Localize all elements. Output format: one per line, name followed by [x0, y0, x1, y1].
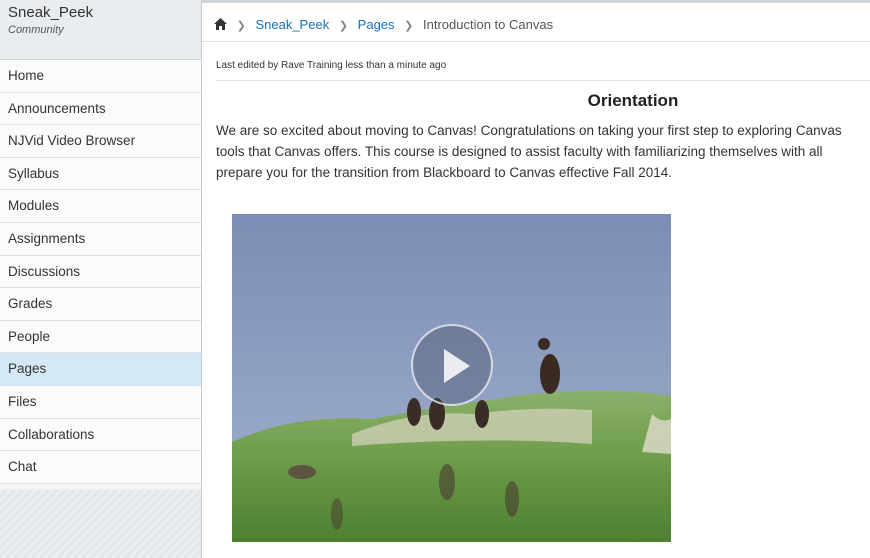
sidebar-item-njvid-video-browser[interactable]: NJVid Video Browser	[0, 125, 201, 158]
course-subtitle: Community	[8, 24, 64, 36]
sidebar-item-discussions[interactable]: Discussions	[0, 255, 201, 289]
play-icon[interactable]	[411, 324, 493, 406]
top-divider	[202, 0, 870, 3]
intro-paragraph: We are so excited about moving to Canvas…	[216, 120, 870, 183]
home-icon[interactable]	[214, 18, 227, 33]
sidebar-item-chat[interactable]: Chat	[0, 451, 201, 484]
course-nav: Home Announcements NJVid Video Browser Syll…	[0, 60, 201, 484]
chevron-right-icon: ❯	[404, 20, 414, 32]
sidebar-item-collaborations[interactable]: Collaborations	[0, 418, 201, 452]
chevron-right-icon: ❯	[338, 20, 349, 32]
sidebar-item-assignments[interactable]: Assignments	[0, 222, 201, 256]
course-name[interactable]: Sneak_Peek	[8, 4, 201, 22]
course-header[interactable]: Sneak_Peek Community	[0, 0, 201, 60]
page-title: Orientation	[587, 91, 679, 110]
sidebar-item-syllabus[interactable]: Syllabus	[0, 157, 201, 191]
sidebar-item-home[interactable]: Home	[0, 60, 201, 93]
sidebar-item-grades[interactable]: Grades	[0, 288, 201, 321]
sidebar-item-files[interactable]: Files	[0, 385, 201, 419]
breadcrumb-pages-link[interactable]: Pages	[358, 17, 395, 32]
chevron-right-icon: ❯	[236, 20, 246, 32]
sidebar-item-people[interactable]: People	[0, 320, 201, 354]
sidebar-item-modules[interactable]: Modules	[0, 190, 201, 223]
sidebar-item-pages[interactable]: Pages	[0, 353, 201, 386]
page-content: Last edited by Rave Training less than a…	[216, 42, 870, 542]
video-player[interactable]	[232, 214, 671, 542]
sidebar-item-announcements[interactable]: Announcements	[0, 92, 201, 126]
breadcrumb-course-link[interactable]: Sneak_Peek	[255, 17, 329, 32]
breadcrumb-current: Introduction to Canvas	[423, 17, 554, 32]
intro-line: prepare you for the transition from Blac…	[216, 165, 672, 180]
intro-line: tools that Canvas offers. This course is…	[216, 144, 823, 159]
course-sidebar: Sneak_Peek Community Home Announcements NJ…	[0, 0, 202, 558]
breadcrumb: ❯ Sneak_Peek ❯ Pages ❯ Introduction to C…	[202, 4, 870, 42]
intro-line: We are so excited about moving to Canvas…	[216, 123, 842, 138]
sidebar-background	[0, 490, 201, 558]
last-edited-text: Last edited by Rave Training less than a…	[216, 60, 870, 81]
